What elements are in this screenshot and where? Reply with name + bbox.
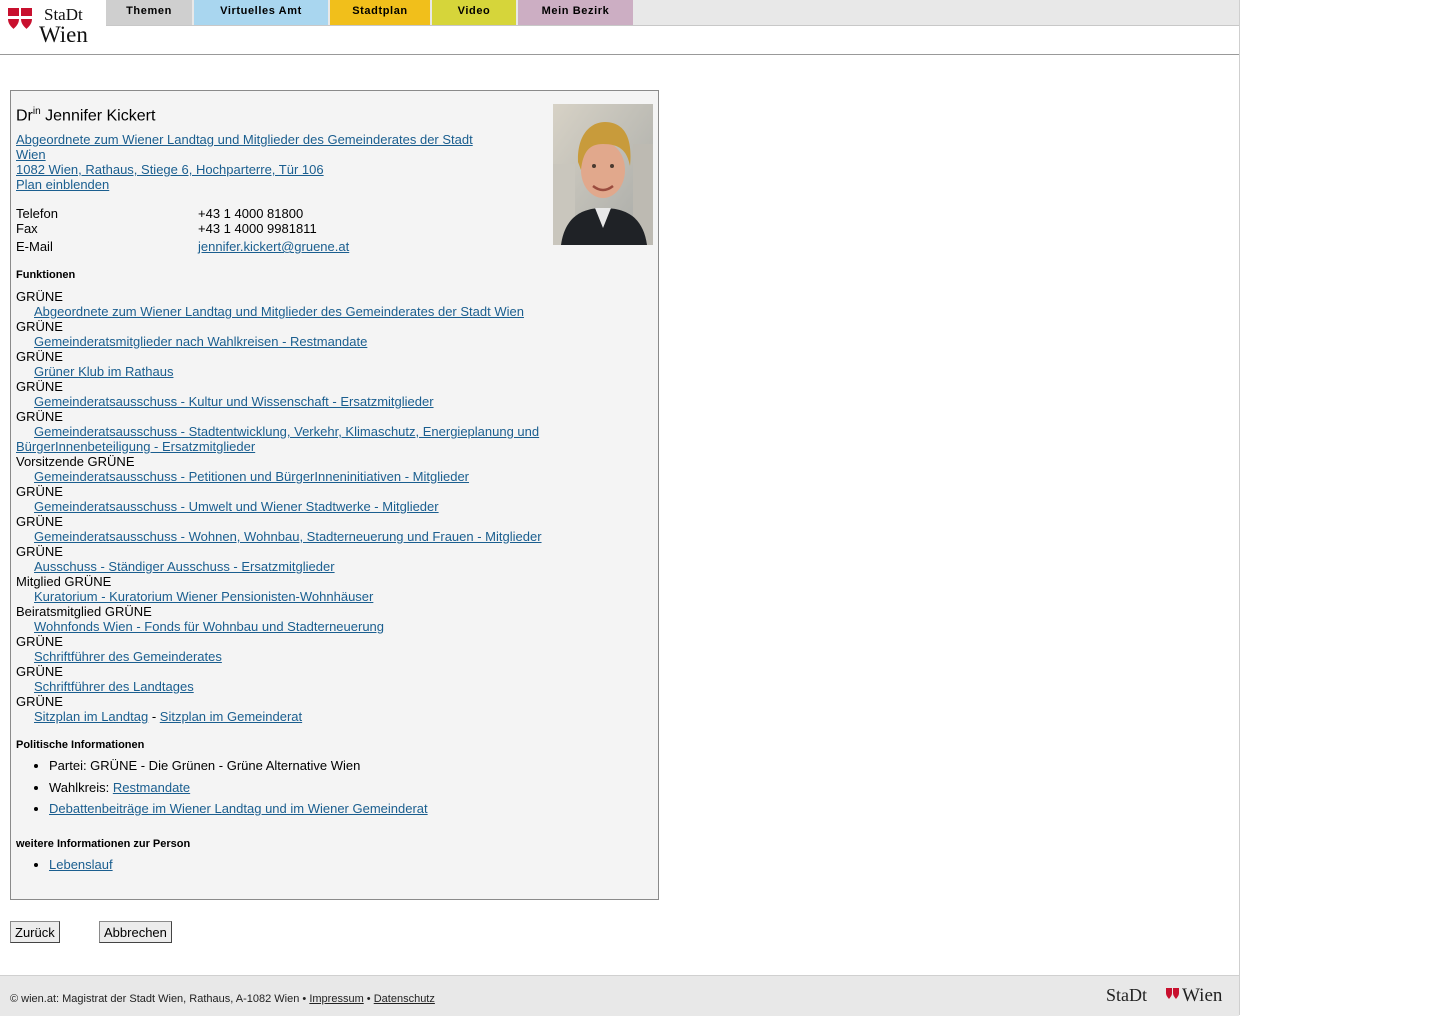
site-header: StaDt Wien Themen Virtuelles Amt Stadtpl… — [0, 0, 1239, 55]
page: StaDt Wien Themen Virtuelles Amt Stadtpl… — [0, 0, 1240, 1016]
map-link[interactable]: Plan einblenden — [16, 177, 109, 192]
contact-row-fax: Fax +43 1 4000 9981811 — [16, 221, 516, 236]
fax-value: +43 1 4000 9981811 — [198, 221, 317, 236]
function-party: GRÜNE — [16, 694, 63, 709]
seat-plan-gemeinderat-link[interactable]: Sitzplan im Gemeinderat — [160, 709, 302, 724]
function-link[interactable]: Gemeinderatsausschuss - Wohnen, Wohnbau,… — [16, 529, 556, 544]
function-party: GRÜNE — [16, 484, 63, 499]
title-superscript: in — [32, 106, 41, 117]
political-heading: Politische Informationen — [16, 739, 145, 751]
function-party: GRÜNE — [16, 379, 63, 394]
contact-table: Telefon +43 1 4000 81800 Fax +43 1 4000 … — [16, 206, 516, 254]
person-photo — [553, 104, 653, 245]
stadt-wien-logo[interactable]: StaDt Wien — [6, 4, 102, 46]
role-link[interactable]: Abgeordnete zum Wiener Landtag und Mitgl… — [16, 132, 473, 162]
title-prefix: Dr — [16, 107, 33, 125]
function-link[interactable]: Gemeinderatsmitglieder nach Wahlkreisen … — [16, 334, 556, 349]
tab-stadtplan[interactable]: Stadtplan — [330, 0, 430, 25]
svg-text:Wien: Wien — [39, 22, 88, 46]
debates-link[interactable]: Debattenbeiträge im Wiener Landtag und i… — [49, 801, 428, 816]
phone-value: +43 1 4000 81800 — [198, 206, 304, 221]
seat-plan-links: Sitzplan im Landtag - Sitzplan im Gemein… — [16, 709, 556, 724]
cv-item: Lebenslauf — [49, 857, 113, 872]
tab-video[interactable]: Video — [432, 0, 516, 25]
phone-label: Telefon — [16, 206, 58, 221]
cancel-button[interactable]: Abbrechen — [99, 921, 172, 943]
district-link[interactable]: Restmandate — [113, 780, 190, 795]
footer-text: © wien.at: Magistrat der Stadt Wien, Rat… — [10, 993, 435, 1005]
function-party: GRÜNE — [16, 289, 63, 304]
person-name-text: Jennifer Kickert — [45, 107, 156, 125]
function-party: Beiratsmitglied GRÜNE — [16, 604, 152, 619]
function-link[interactable]: Ausschuss - Ständiger Ausschuss - Ersatz… — [16, 559, 556, 574]
function-link[interactable]: Gemeinderatsausschuss - Kultur und Wisse… — [16, 394, 556, 409]
function-party: Mitglied GRÜNE — [16, 574, 112, 589]
function-link[interactable]: Wohnfonds Wien - Fonds für Wohnbau und S… — [16, 619, 556, 634]
function-party: GRÜNE — [16, 319, 63, 334]
svg-text:StaDt: StaDt — [1106, 985, 1147, 1005]
tab-themen[interactable]: Themen — [106, 0, 192, 25]
function-party: GRÜNE — [16, 409, 63, 424]
functions-list: GRÜNE Abgeordnete zum Wiener Landtag und… — [16, 289, 556, 724]
privacy-link[interactable]: Datenschutz — [374, 993, 435, 1005]
district-item: Wahlkreis: Restmandate — [49, 780, 428, 795]
function-party: GRÜNE — [16, 514, 63, 529]
footer-stadt-wien-logo[interactable]: StaDt Wien — [1106, 984, 1230, 1006]
function-link[interactable]: Gemeinderatsausschuss - Stadtentwicklung… — [16, 424, 539, 454]
fax-label: Fax — [16, 221, 38, 236]
function-party: GRÜNE — [16, 544, 63, 559]
more-info-list: Lebenslauf — [16, 857, 113, 879]
district-label: Wahlkreis: — [49, 779, 110, 795]
footer-separator: • — [366, 993, 371, 1005]
function-link[interactable]: Gemeinderatsausschuss - Petitionen und B… — [16, 469, 556, 484]
seat-plan-separator: - — [151, 709, 157, 724]
tab-mein-bezirk[interactable]: Mein Bezirk — [518, 0, 633, 25]
address-link[interactable]: 1082 Wien, Rathaus, Stiege 6, Hochparter… — [16, 162, 324, 177]
person-card: Drin Jennifer Kickert Abgeordnete zum Wi… — [10, 90, 659, 900]
contact-row-phone: Telefon +43 1 4000 81800 — [16, 206, 516, 221]
tab-virtuelles-amt[interactable]: Virtuelles Amt — [194, 0, 328, 25]
email-link[interactable]: jennifer.kickert@gruene.at — [198, 239, 349, 254]
seat-plan-landtag-link[interactable]: Sitzplan im Landtag — [34, 709, 148, 724]
site-footer: © wien.at: Magistrat der Stadt Wien, Rat… — [0, 975, 1239, 1016]
function-link[interactable]: Grüner Klub im Rathaus — [16, 364, 556, 379]
party-item: Partei: GRÜNE - Die Grünen - Grüne Alter… — [49, 758, 428, 773]
function-party: GRÜNE — [16, 349, 63, 364]
function-link[interactable]: Schriftführer des Gemeinderates — [16, 649, 556, 664]
svg-text:Wien: Wien — [1182, 985, 1223, 1006]
functions-heading: Funktionen — [16, 269, 76, 281]
function-party: Vorsitzende GRÜNE — [16, 454, 135, 469]
impressum-link[interactable]: Impressum — [309, 993, 363, 1005]
function-party: GRÜNE — [16, 634, 63, 649]
contact-row-email: E-Mail jennifer.kickert@gruene.at — [16, 239, 516, 254]
more-info-heading: weitere Informationen zur Person — [16, 838, 191, 850]
function-link[interactable]: Kuratorium - Kuratorium Wiener Pensionis… — [16, 589, 556, 604]
email-label: E-Mail — [16, 239, 53, 254]
function-party: GRÜNE — [16, 664, 63, 679]
function-link[interactable]: Abgeordnete zum Wiener Landtag und Mitgl… — [16, 304, 556, 319]
back-button[interactable]: Zurück — [10, 921, 60, 943]
function-link[interactable]: Gemeinderatsausschuss - Umwelt und Wiene… — [16, 499, 556, 514]
function-link[interactable]: Schriftführer des Landtages — [16, 679, 556, 694]
debates-item: Debattenbeiträge im Wiener Landtag und i… — [49, 801, 428, 816]
person-name: Drin Jennifer Kickert — [16, 106, 155, 125]
political-list: Partei: GRÜNE - Die Grünen - Grüne Alter… — [16, 758, 428, 823]
address-block: Abgeordnete zum Wiener Landtag und Mitgl… — [16, 132, 486, 192]
right-gutter — [1240, 0, 1440, 1015]
footer-copyright: © wien.at: Magistrat der Stadt Wien, Rat… — [10, 993, 307, 1005]
cv-link[interactable]: Lebenslauf — [49, 857, 113, 872]
